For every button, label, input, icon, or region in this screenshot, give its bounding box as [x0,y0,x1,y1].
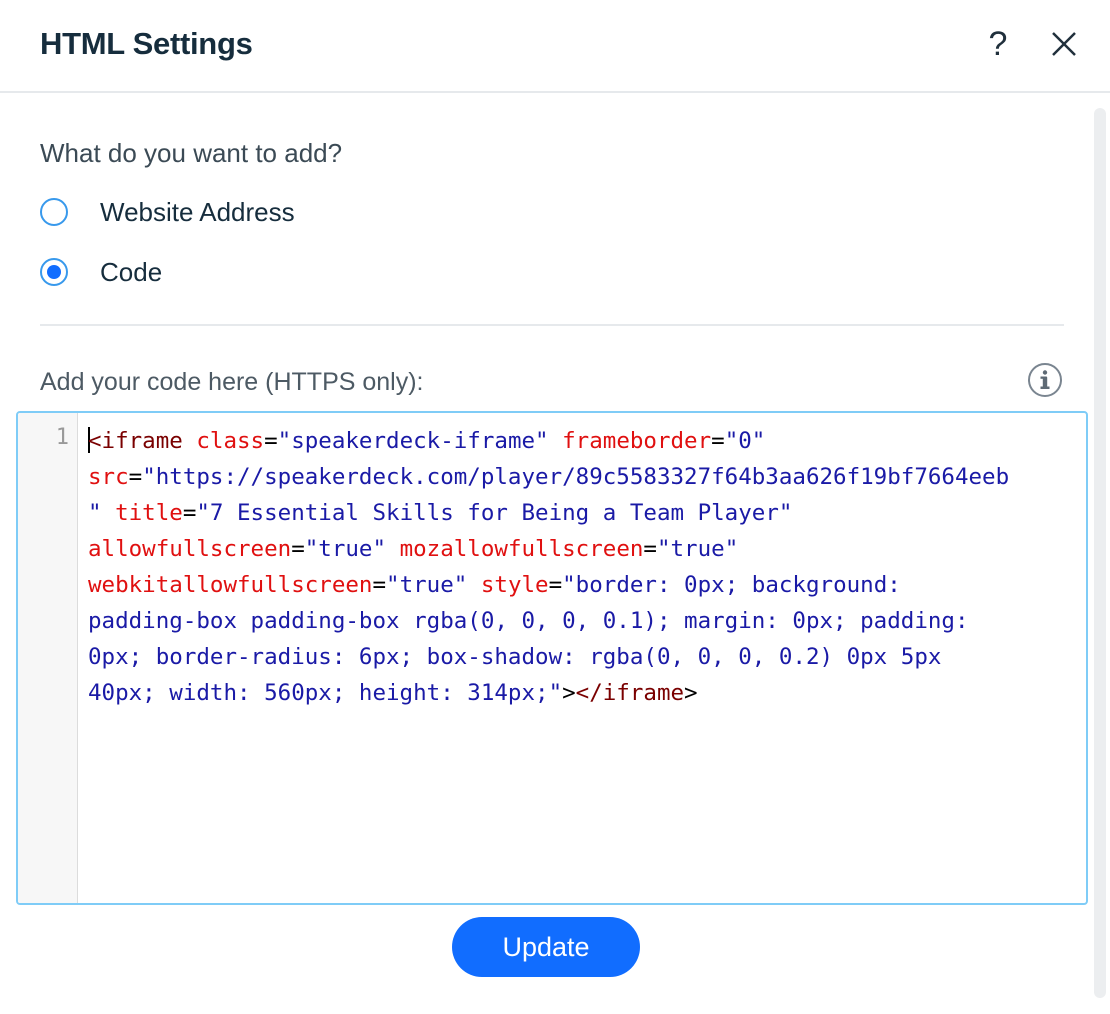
code-token: title [115,500,183,526]
code-token: = [128,464,143,490]
info-icon[interactable] [1027,362,1063,398]
code-line: allowfullscreen="true" mozallowfullscree… [88,531,1078,567]
code-token: <iframe [88,428,183,454]
code-token: "border: 0px; background: [562,572,901,598]
code-token: frameborder [562,428,712,454]
code-token: "true" [304,536,387,562]
code-line: 0px; border-radius: 6px; box-shadow: rgb… [88,639,1078,675]
code-token: = [548,572,563,598]
code-line: padding-box padding-box rgba(0, 0, 0, 0.… [88,603,1078,639]
code-token: 40px; width: 560px; height: 314px;" [88,680,563,706]
code-token: mozallowfullscreen [399,536,644,562]
radio-button-selected[interactable] [40,258,68,286]
line-number: 1 [55,425,69,450]
code-token: = [182,500,197,526]
dialog-header: HTML Settings ? [0,0,1110,93]
code-token: "true" [386,572,468,598]
code-token: > [684,680,698,706]
radio-label: Website Address [100,196,295,227]
code-token: " [88,500,102,526]
dialog-title: HTML Settings [40,26,253,61]
code-token: "7 Essential Skills for Being a Team Pla… [196,500,793,526]
code-token: src [88,464,129,490]
code-token: "0" [724,428,766,454]
code-token: = [643,536,657,562]
code-line: src="https://speakerdeck.com/player/89c5… [88,459,1078,495]
code-token: padding-box padding-box rgba(0, 0, 0, 0.… [88,608,969,634]
code-token: = [264,428,278,454]
divider [40,324,1064,326]
question-icon[interactable]: ? [984,26,1012,62]
code-token: = [291,536,305,562]
code-token: </iframe [575,680,685,706]
scrollbar[interactable] [1094,108,1106,998]
code-token: style [480,572,549,598]
code-text[interactable]: <iframe class="speakerdeck-iframe" frame… [88,423,1078,711]
code-token: = [711,428,725,454]
radio-button[interactable] [40,198,68,226]
code-token: allowfullscreen [88,536,292,562]
radio-code[interactable]: Code [40,256,162,288]
code-token: = [372,572,387,598]
code-token: "https://speakerdeck.com/player/89c55833… [142,464,1010,490]
code-label: Add your code here (HTTPS only): [40,368,424,396]
code-token: 0px; border-radius: 6px; box-shadow: rgb… [88,644,942,670]
code-line: 40px; width: 560px; height: 314px;"></if… [88,675,1078,711]
radio-label: Code [100,256,163,287]
line-number-gutter: 1 [18,413,78,903]
code-token: class [196,428,265,454]
update-button[interactable]: Update [452,917,640,977]
code-editor[interactable]: 1 <iframe class="speakerdeck-iframe" fra… [16,411,1088,905]
close-icon[interactable] [1050,30,1078,58]
code-token: "true" [656,536,739,562]
code-token: "speakerdeck-iframe" [277,428,549,454]
code-token: > [562,680,576,706]
code-token: webkitallowfullscreen [88,572,373,598]
question-label: What do you want to add? [40,138,343,168]
code-line: " title="7 Essential Skills for Being a … [88,495,1078,531]
radio-website-address[interactable]: Website Address [40,196,295,228]
code-line: webkitallowfullscreen="true" style="bord… [88,567,1078,603]
code-line: <iframe class="speakerdeck-iframe" frame… [88,423,1078,459]
